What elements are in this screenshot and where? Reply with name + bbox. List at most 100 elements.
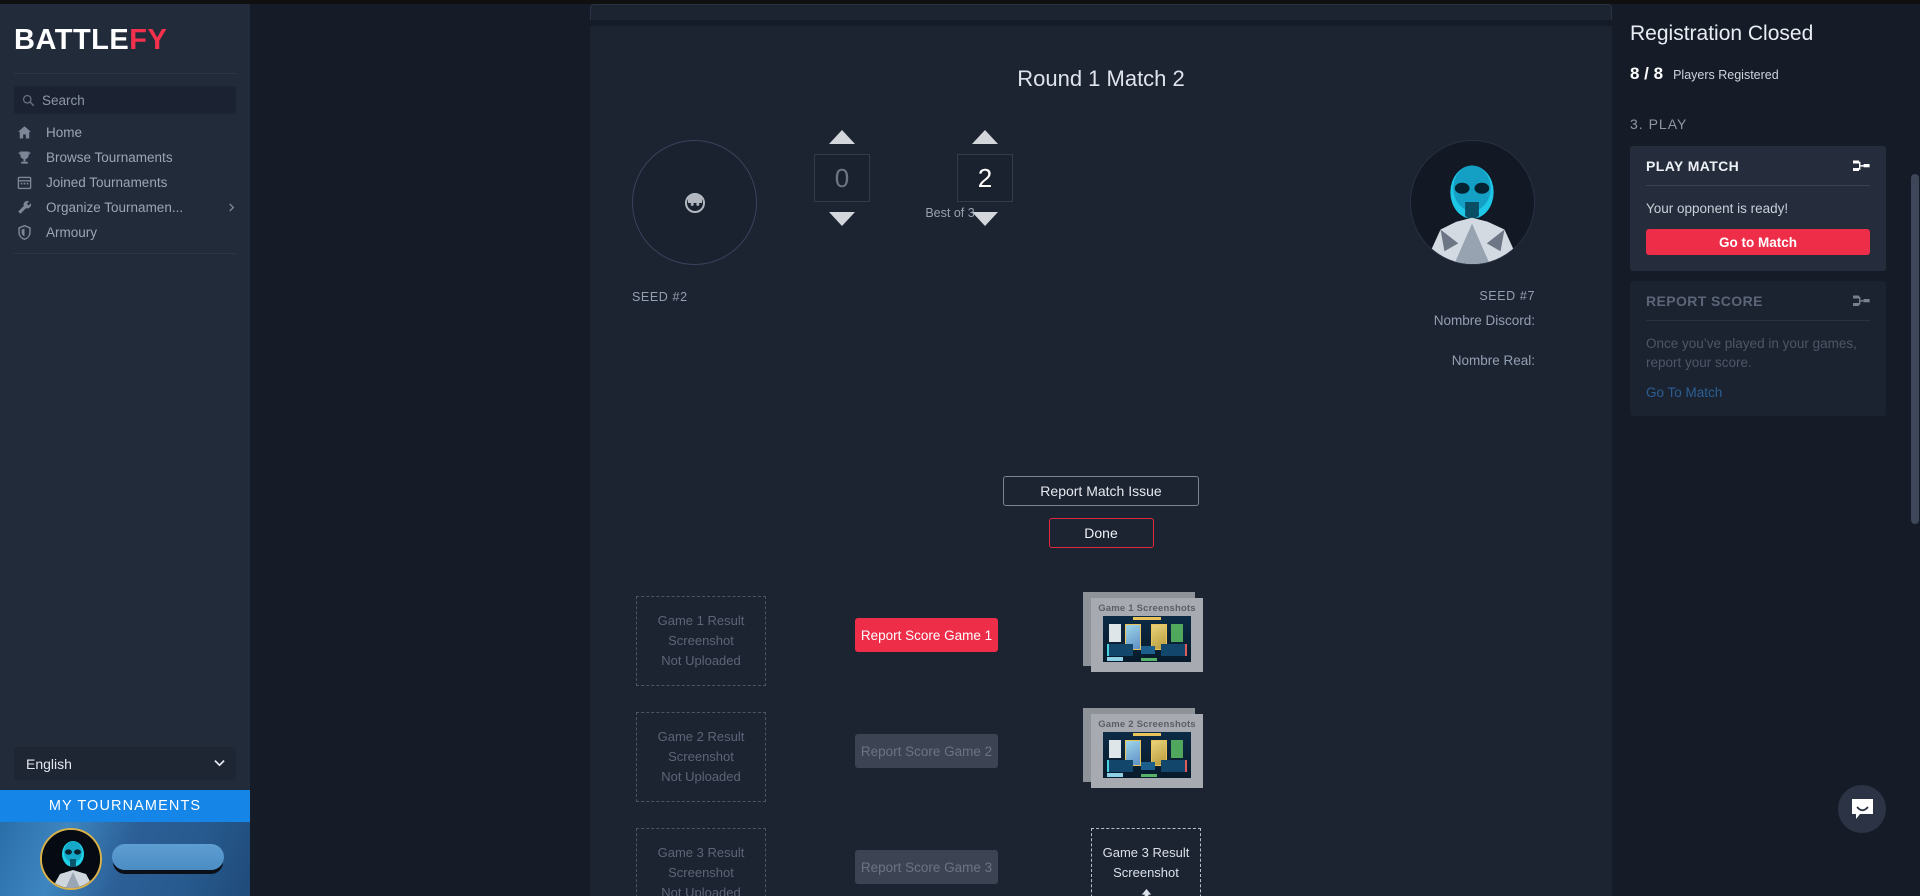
ghost-line: Screenshot xyxy=(668,749,734,764)
sidebar-item-browse-tournaments[interactable]: Browse Tournaments xyxy=(0,145,250,170)
chevron-right-icon xyxy=(229,203,235,212)
search-input[interactable] xyxy=(42,92,228,108)
game-row: Game 2 Result Screenshot Not Uploaded Re… xyxy=(590,708,1612,828)
brand-logo[interactable]: BATTLEFY xyxy=(0,4,250,55)
main-content: Round 1 Match 2 0 2 Best of 3 SEED #2 SE… xyxy=(250,4,1612,896)
sidebar-item-armoury[interactable]: Armoury xyxy=(0,220,250,245)
previous-card-edge xyxy=(590,4,1612,20)
game-2-screenshot-thumbnail[interactable]: Game 2 Screenshots xyxy=(1083,708,1203,788)
match-card: Round 1 Match 2 0 2 Best of 3 SEED #2 SE… xyxy=(590,26,1612,896)
report-score-game-3-button[interactable]: Report Score Game 3 xyxy=(855,850,998,884)
teams-row: 0 2 Best of 3 SEED #2 SEED #7 Nombre Dis… xyxy=(590,122,1612,368)
my-tournaments-button[interactable]: MY TOURNAMENTS xyxy=(0,790,250,822)
bracket-icon xyxy=(1853,295,1870,306)
upload-line: Game 3 Result xyxy=(1102,845,1190,860)
game-row: Game 3 Result Screenshot Not Uploaded Re… xyxy=(590,828,1612,896)
language-select[interactable]: English xyxy=(14,747,236,780)
sidebar-item-label: Browse Tournaments xyxy=(46,150,173,165)
sidebar-item-joined-tournaments[interactable]: Joined Tournaments xyxy=(0,170,250,195)
game-2-result-placeholder: Game 2 Result Screenshot Not Uploaded xyxy=(636,712,766,802)
ghost-line: Screenshot xyxy=(668,633,734,648)
promo-pill xyxy=(112,844,224,870)
chat-bubble-icon xyxy=(1851,798,1873,819)
match-action-buttons: Report Match Issue Done xyxy=(590,476,1612,548)
avatar xyxy=(40,828,102,890)
game-3-screenshot-upload[interactable]: Game 3 Result Screenshot xyxy=(1091,828,1201,896)
report-score-game-1-button[interactable]: Report Score Game 1 xyxy=(855,618,998,652)
left-score-decrement-button[interactable] xyxy=(829,212,855,226)
game-row: Game 1 Result Screenshot Not Uploaded Re… xyxy=(590,592,1612,712)
play-match-title: PLAY MATCH xyxy=(1646,158,1740,174)
scrollbar-thumb[interactable] xyxy=(1911,174,1919,524)
players-count: 8 / 8 xyxy=(1630,64,1664,83)
right-realname-label: Nombre Real: xyxy=(1451,353,1535,368)
ghost-line: Game 2 Result xyxy=(657,729,745,744)
right-score-value[interactable]: 2 xyxy=(957,154,1013,202)
report-score-game-2-button[interactable]: Report Score Game 2 xyxy=(855,734,998,768)
promo-banner[interactable] xyxy=(0,822,250,896)
upload-icon xyxy=(1141,888,1151,896)
right-player-avatar[interactable] xyxy=(1410,140,1535,265)
left-score-increment-button[interactable] xyxy=(829,130,855,144)
wrench-icon xyxy=(18,200,32,214)
step-play-label: 3. PLAY xyxy=(1630,116,1688,132)
ghost-line: Not Uploaded xyxy=(661,769,741,784)
sidebar-item-label: Organize Tournamen... xyxy=(46,200,184,215)
game-1-screenshot-thumbnail[interactable]: Game 1 Screenshots xyxy=(1083,592,1203,672)
right-seed-label: SEED #7 xyxy=(1479,289,1535,303)
app-root: BATTLEFY Home xyxy=(0,0,1920,896)
page-scrollbar[interactable] xyxy=(1910,4,1920,896)
sidebar-nav: Home Browse Tournaments Joined Tournamen… xyxy=(0,120,250,245)
language-select-wrapper: English xyxy=(14,747,236,780)
thumb-card[interactable]: Game 1 Screenshots xyxy=(1091,598,1203,672)
play-match-card-header: PLAY MATCH xyxy=(1646,158,1870,174)
thumb-image xyxy=(1103,616,1191,662)
play-match-divider xyxy=(1646,185,1870,186)
intercom-chat-button[interactable] xyxy=(1838,785,1886,833)
upload-line: Screenshot xyxy=(1113,865,1179,880)
registration-status-title: Registration Closed xyxy=(1630,22,1814,45)
thumb-label: Game 2 Screenshots xyxy=(1098,719,1196,730)
report-score-title: REPORT SCORE xyxy=(1646,293,1763,309)
report-score-text: Once you’ve played in your games, report… xyxy=(1646,336,1857,370)
thumb-image xyxy=(1103,732,1191,778)
done-button[interactable]: Done xyxy=(1048,518,1154,548)
ghost-line: Not Uploaded xyxy=(661,653,741,668)
report-match-issue-button[interactable]: Report Match Issue xyxy=(1003,476,1199,506)
sidebar-item-label: Home xyxy=(46,125,83,140)
match-title: Round 1 Match 2 xyxy=(1017,66,1185,91)
players-registered: 8 / 8 Players Registered xyxy=(1630,64,1886,84)
sidebar-item-label: Armoury xyxy=(46,225,98,240)
brand-divider xyxy=(14,73,236,74)
shield-icon xyxy=(18,224,31,241)
ghost-line: Game 1 Result xyxy=(657,613,745,628)
left-player-avatar[interactable] xyxy=(632,140,757,265)
games-area: Game 1 Result Screenshot Not Uploaded Re… xyxy=(590,592,1612,896)
sidebar-item-label: Joined Tournaments xyxy=(46,175,168,190)
left-score-value[interactable]: 0 xyxy=(814,154,870,202)
sidebar-item-home[interactable]: Home xyxy=(0,120,250,145)
right-panel: Registration Closed 8 / 8 Players Regist… xyxy=(1612,4,1908,896)
go-to-match-link[interactable]: Go To Match xyxy=(1646,385,1870,400)
right-score-increment-button[interactable] xyxy=(972,130,998,144)
left-score-stepper: 0 xyxy=(814,130,870,226)
search-box[interactable] xyxy=(14,86,236,114)
search-icon xyxy=(22,94,35,106)
sidebar-item-organize-tournaments[interactable]: Organize Tournamen... xyxy=(0,195,250,220)
left-seed-label: SEED #2 xyxy=(632,290,688,304)
skull-avatar-icon xyxy=(1411,141,1534,264)
thumb-card[interactable]: Game 2 Screenshots xyxy=(1091,714,1203,788)
best-of-label: Best of 3 xyxy=(925,206,975,220)
bracket-icon xyxy=(1853,160,1870,171)
left-sidebar: BATTLEFY Home xyxy=(0,4,250,896)
brand-logo-second: FY xyxy=(129,24,168,56)
skull-avatar-icon xyxy=(42,830,100,888)
report-score-card-header: REPORT SCORE xyxy=(1646,293,1870,309)
right-discord-label: Nombre Discord: xyxy=(1433,313,1535,328)
players-label: Players Registered xyxy=(1673,68,1779,82)
trophy-icon xyxy=(18,151,31,164)
default-avatar-icon xyxy=(684,192,705,213)
ghost-line: Not Uploaded xyxy=(661,885,741,896)
report-score-divider xyxy=(1646,320,1870,321)
go-to-match-button[interactable]: Go to Match xyxy=(1646,229,1870,255)
